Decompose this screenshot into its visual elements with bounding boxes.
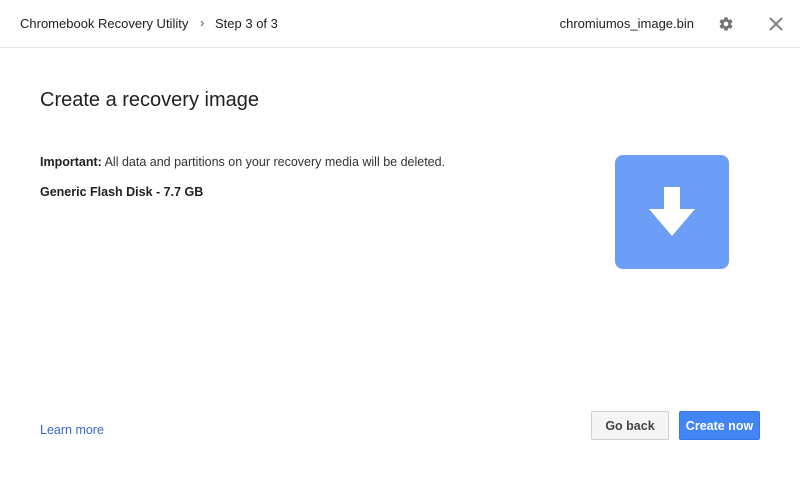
warning-prefix: Important: [40, 155, 102, 169]
step-indicator: Step 3 of 3 [215, 16, 278, 31]
app-title: Chromebook Recovery Utility [20, 16, 189, 31]
breadcrumb-chevron-icon: › [200, 15, 205, 30]
learn-more-link[interactable]: Learn more [40, 423, 104, 437]
title-bar: Chromebook Recovery Utility › Step 3 of … [0, 0, 800, 48]
close-icon [769, 17, 783, 31]
close-button[interactable] [764, 12, 788, 36]
recovery-utility-window: Chromebook Recovery Utility › Step 3 of … [0, 0, 800, 480]
data-loss-warning: Important: All data and partitions on yo… [40, 155, 445, 169]
selected-file-name: chromiumos_image.bin [559, 16, 694, 31]
selected-device-label: Generic Flash Disk - 7.7 GB [40, 185, 204, 199]
settings-button[interactable] [714, 12, 738, 36]
gear-icon [719, 17, 733, 31]
warning-text: All data and partitions on your recovery… [101, 155, 446, 169]
create-now-button[interactable]: Create now [679, 411, 760, 440]
download-arrow-icon [649, 187, 695, 236]
page-title: Create a recovery image [40, 89, 259, 111]
download-illustration [615, 155, 729, 269]
go-back-button[interactable]: Go back [591, 411, 669, 440]
